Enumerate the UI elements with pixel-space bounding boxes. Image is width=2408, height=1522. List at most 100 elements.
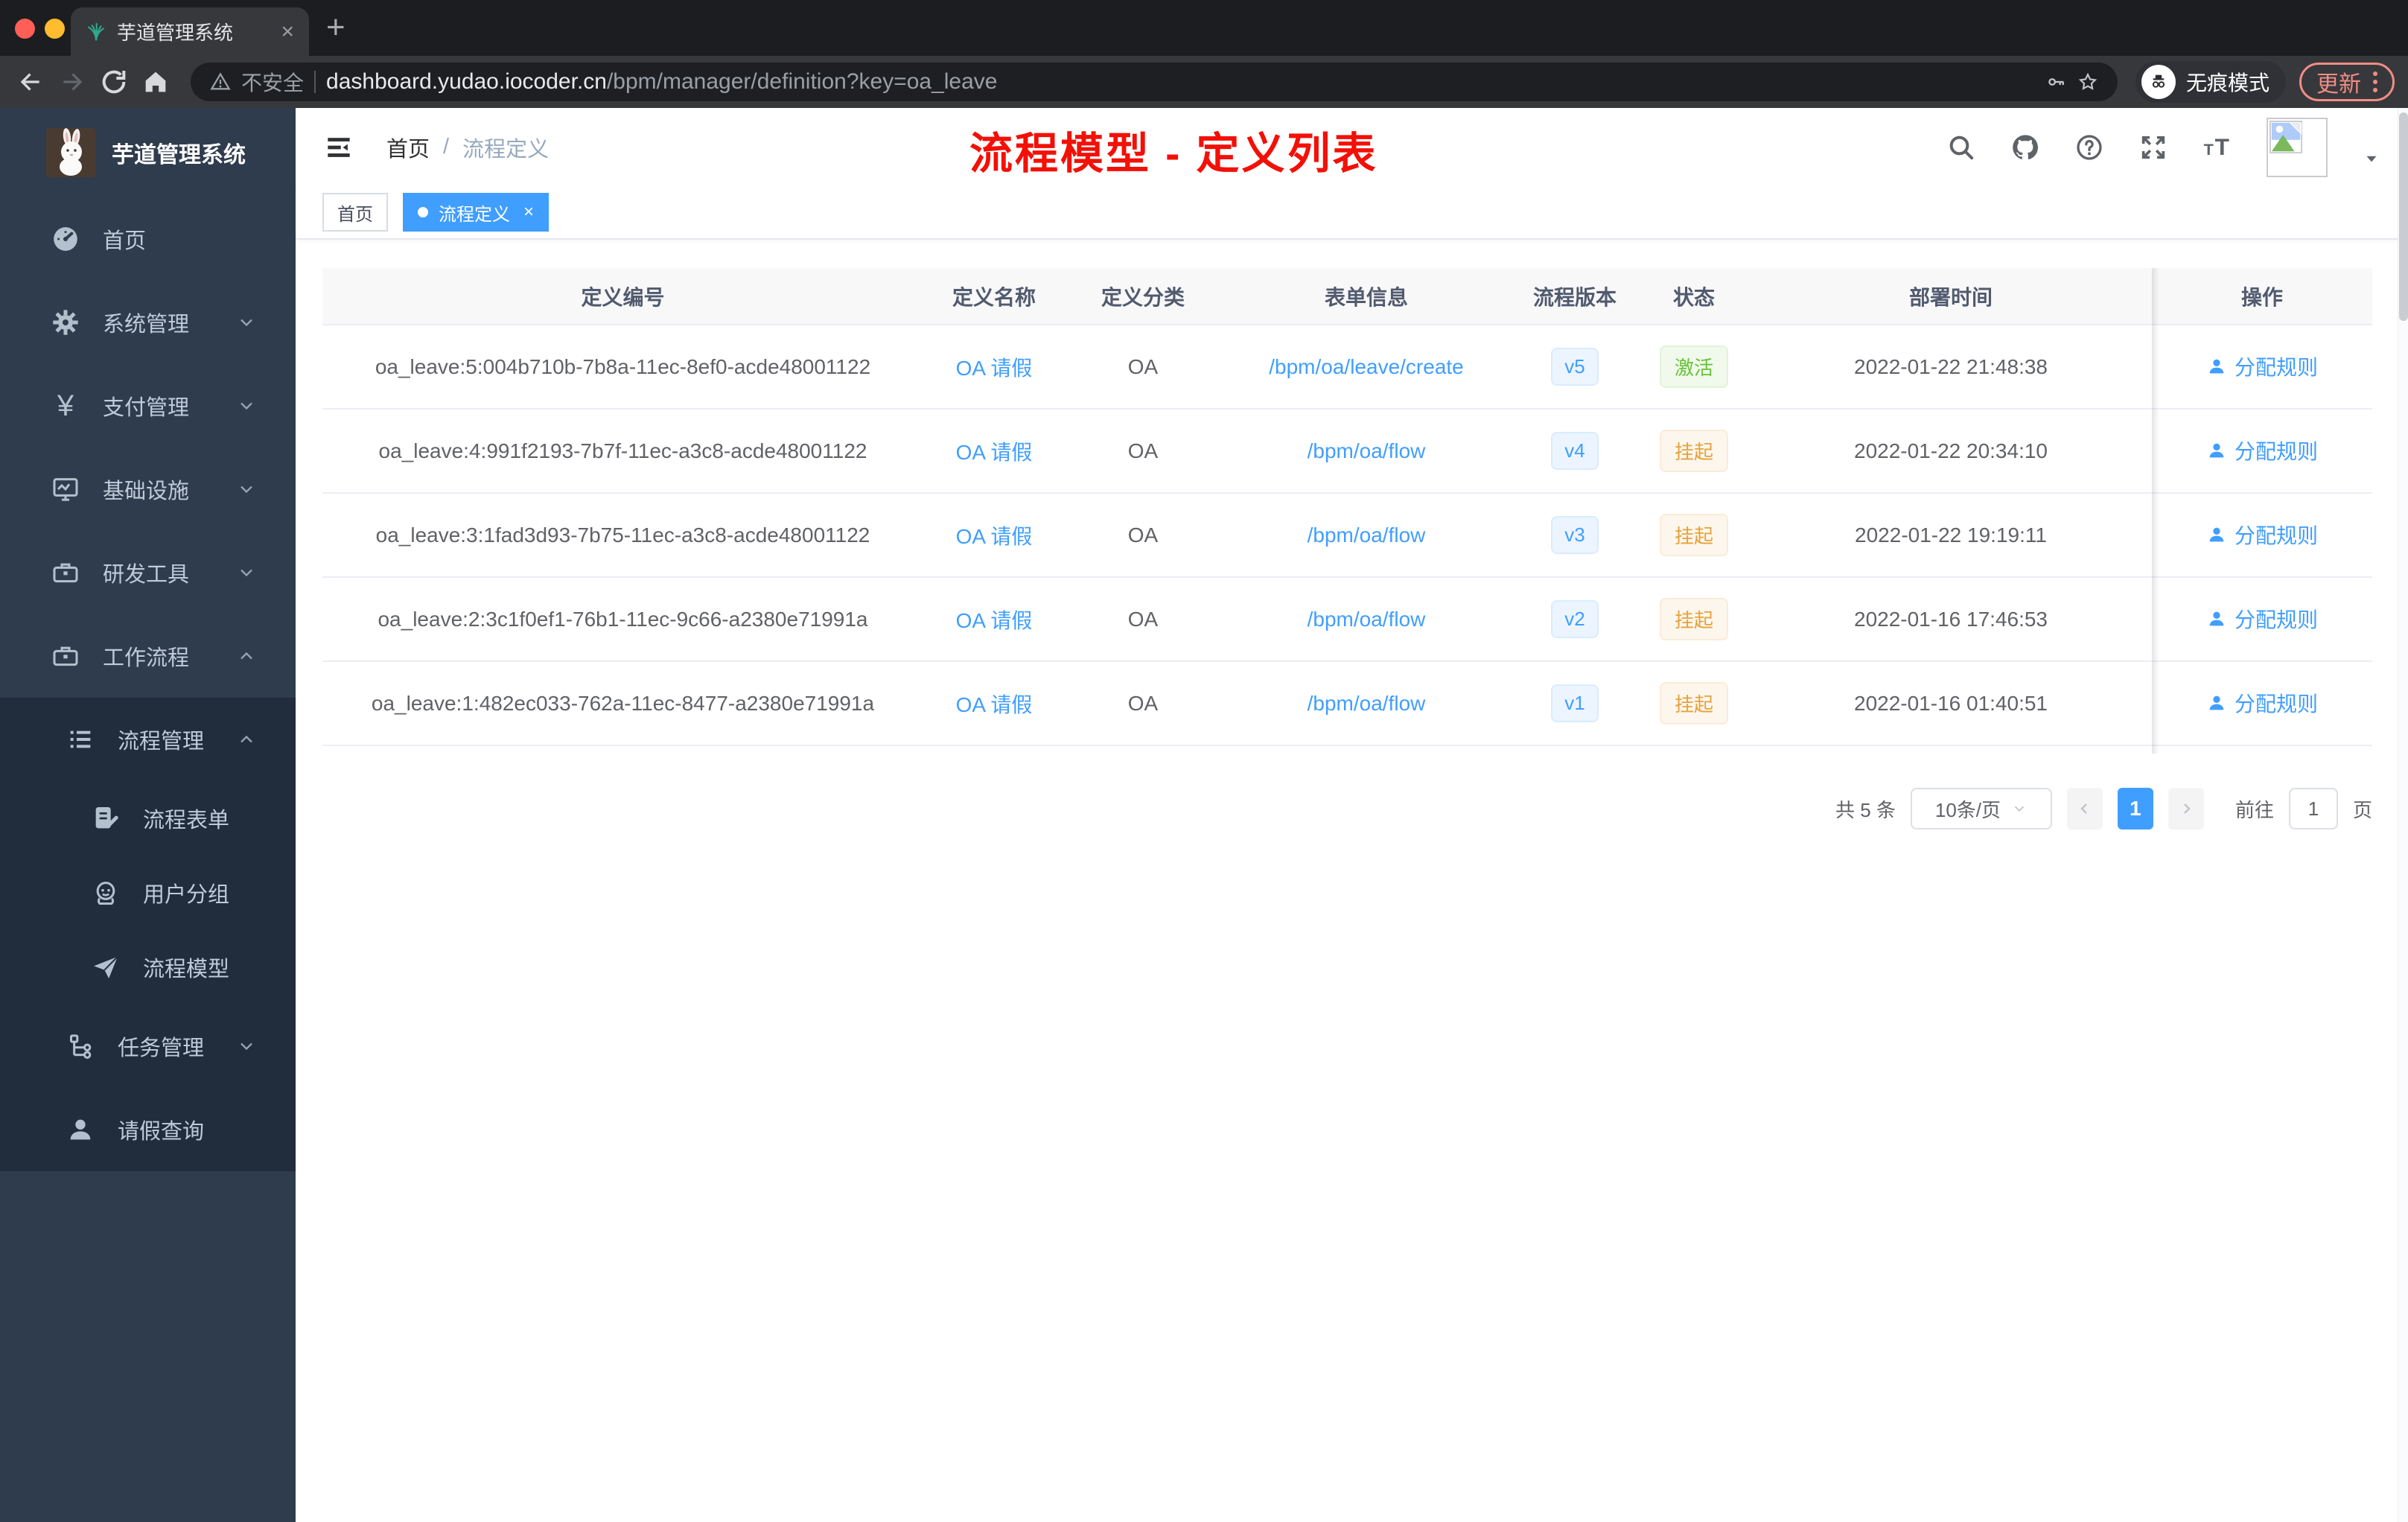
assign-rule-button[interactable]: 分配规则	[2206, 436, 2318, 465]
forward-button[interactable]	[55, 65, 89, 99]
browser-tab[interactable]: 芋道管理系统 ×	[71, 7, 309, 56]
org-tree-icon	[70, 1034, 92, 1059]
chevron-right-icon	[2184, 803, 2191, 814]
sidebar-logo-row[interactable]: 芋道管理系统	[0, 108, 296, 197]
tag-label: 首页	[337, 204, 373, 225]
sidebar-item-dev-tools[interactable]: 研发工具	[0, 531, 296, 614]
cell-deploy-time: 2022-01-22 20:34:10	[1854, 439, 2048, 462]
reload-button[interactable]	[97, 65, 131, 99]
sidebar-item-process-form[interactable]: 流程表单	[0, 781, 296, 856]
cell-deploy-time: 2022-01-16 17:46:53	[1854, 607, 2048, 631]
sidebar-item-label: 流程管理	[118, 730, 205, 754]
assign-rule-label: 分配规则	[2234, 440, 2318, 463]
url-text[interactable]: dashboard.yudao.iocoder.cn/bpm/manager/d…	[326, 69, 997, 95]
sidebar-item-process-model[interactable]: 流程模型	[0, 930, 296, 1004]
sidebar-item-label: 流程模型	[143, 958, 230, 981]
definition-name-link[interactable]: OA 请假	[956, 357, 1033, 380]
pagination-total: 共 5 条	[1835, 798, 1896, 821]
status-badge: 挂起	[1659, 514, 1728, 556]
user-icon	[2209, 611, 2224, 626]
tab-close-icon[interactable]: ×	[281, 20, 294, 43]
tags-view-bar: 首页 流程定义 ×	[296, 186, 2408, 240]
svg-text:T: T	[2215, 133, 2229, 160]
tag-process-definition[interactable]: 流程定义 ×	[403, 193, 550, 232]
breadcrumb-current: 流程定义	[462, 137, 550, 162]
browser-menu-icon[interactable]	[2373, 71, 2377, 92]
page-size-select[interactable]: 10条/页	[1910, 788, 2052, 830]
svg-text:T: T	[2204, 140, 2214, 159]
breadcrumb-separator: /	[443, 135, 450, 159]
definition-name-link[interactable]: OA 请假	[956, 525, 1033, 548]
chevron-down-icon	[241, 1042, 252, 1051]
cell-deploy-time: 2022-01-16 01:40:51	[1854, 691, 2048, 715]
not-secure-label[interactable]: 不安全	[241, 67, 304, 97]
sidebar-collapse-icon[interactable]	[322, 131, 355, 164]
assign-rule-button[interactable]: 分配规则	[2206, 520, 2318, 550]
sidebar-item-leave-query[interactable]: 请假查询	[0, 1088, 296, 1171]
goto-page-input[interactable]	[2288, 788, 2338, 830]
logo-rabbit-image	[46, 128, 95, 177]
definition-name-link[interactable]: OA 请假	[956, 693, 1033, 716]
prev-page-button[interactable]	[2066, 788, 2103, 830]
sidebar-item-workflow[interactable]: 工作流程	[0, 614, 296, 698]
browser-toolbar: 不安全 dashboard.yudao.iocoder.cn/bpm/manag…	[0, 56, 2408, 108]
assign-rule-button[interactable]: 分配规则	[2206, 604, 2318, 634]
monitor-chart-icon	[53, 478, 78, 501]
table-row: oa_leave:4:991f2193-7b7f-11ec-a3c8-acde4…	[322, 410, 2372, 494]
back-button[interactable]	[13, 65, 48, 99]
current-page-button[interactable]: 1	[2117, 788, 2153, 830]
cell-id: oa_leave:3:1fad3d93-7b75-11ec-a3c8-acde4…	[375, 523, 870, 547]
font-size-icon[interactable]: T T	[2202, 133, 2232, 162]
page-scrollbar	[2398, 108, 2408, 1522]
avatar-caret-down-icon[interactable]	[2362, 149, 2381, 168]
cell-id: oa_leave:5:004b710b-7b8a-11ec-8ef0-acde4…	[375, 354, 871, 378]
help-icon[interactable]	[2074, 133, 2104, 162]
back-icon	[20, 73, 39, 91]
definition-name-link[interactable]: OA 请假	[956, 441, 1033, 464]
user-icon	[70, 1119, 91, 1140]
form-link[interactable]: /bpm/oa/flow	[1307, 439, 1426, 462]
password-key-icon[interactable]	[2046, 71, 2067, 92]
definition-name-link[interactable]: OA 请假	[956, 609, 1033, 632]
sidebar-item-payment[interactable]: ¥ 支付管理	[0, 364, 296, 448]
sidebar-item-label: 研发工具	[103, 563, 190, 587]
fullscreen-icon[interactable]	[2138, 133, 2168, 162]
sidebar-item-process-management[interactable]: 流程管理	[0, 698, 296, 781]
assign-rule-button[interactable]: 分配规则	[2206, 688, 2318, 718]
tag-close-icon[interactable]: ×	[523, 202, 534, 223]
sidebar-item-system[interactable]: 系统管理	[0, 281, 296, 364]
scrollbar-thumb[interactable]	[2399, 112, 2408, 321]
github-icon[interactable]	[2010, 133, 2040, 162]
table-row: oa_leave:5:004b710b-7b8a-11ec-8ef0-acde4…	[322, 325, 2372, 410]
not-secure-warning-icon	[210, 72, 231, 90]
url-bar[interactable]: 不安全 dashboard.yudao.iocoder.cn/bpm/manag…	[191, 63, 2118, 101]
window-close-button[interactable]	[15, 19, 35, 39]
bookmark-star-icon[interactable]	[2077, 71, 2098, 92]
home-button[interactable]	[138, 65, 173, 99]
sidebar-item-label: 任务管理	[118, 1037, 205, 1060]
form-link[interactable]: /bpm/oa/flow	[1307, 608, 1426, 631]
sidebar-item-label: 用户分组	[143, 883, 230, 907]
dashboard-icon	[54, 227, 77, 251]
sidebar-item-home[interactable]: 首页	[0, 197, 296, 281]
tag-home[interactable]: 首页	[322, 193, 388, 232]
form-link[interactable]: /bpm/oa/leave/create	[1269, 355, 1464, 378]
cell-category: OA	[1127, 607, 1159, 631]
page-content: 定义编号 定义名称 定义分类 表单信息 流程版本 状态 部署时间 操作 oa_l…	[296, 240, 2408, 830]
form-link[interactable]: /bpm/oa/flow	[1307, 692, 1426, 715]
sidebar-item-infrastructure[interactable]: 基础设施	[0, 448, 296, 531]
sidebar-item-user-group[interactable]: 用户分组	[0, 856, 296, 930]
tag-label: 流程定义	[439, 204, 510, 225]
sidebar-item-task-management[interactable]: 任务管理	[0, 1004, 296, 1088]
form-link[interactable]: /bpm/oa/flow	[1307, 523, 1426, 547]
window-minimize-button[interactable]	[45, 19, 65, 39]
sidebar-item-label: 系统管理	[103, 313, 190, 337]
breadcrumb-home[interactable]: 首页	[386, 132, 430, 163]
gear-icon	[53, 310, 78, 335]
update-browser-button[interactable]: 更新	[2299, 63, 2395, 101]
avatar[interactable]	[2267, 117, 2328, 177]
assign-rule-button[interactable]: 分配规则	[2206, 351, 2318, 381]
search-icon[interactable]	[1946, 133, 1976, 162]
next-page-button[interactable]	[2167, 788, 2204, 830]
new-tab-button[interactable]: +	[326, 9, 345, 46]
